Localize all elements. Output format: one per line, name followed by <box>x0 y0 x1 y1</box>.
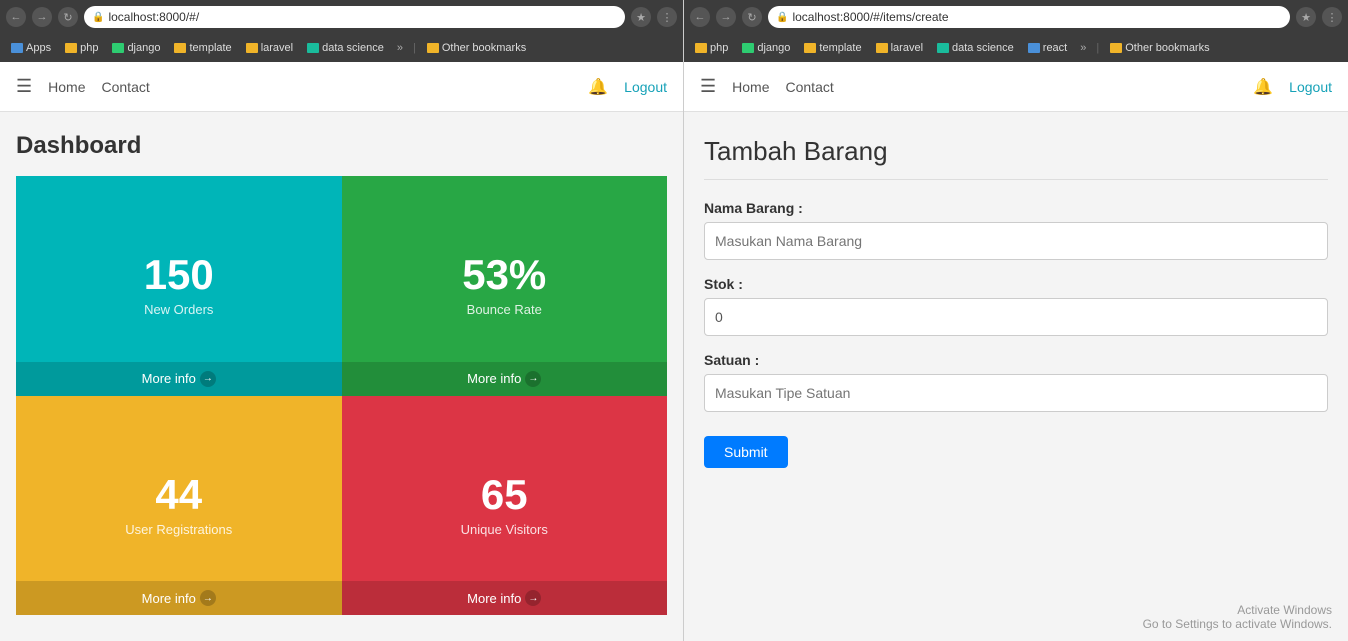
card-unique-visitors-value: 65 <box>481 474 528 516</box>
card-user-registrations: 44 User Registrations More info → <box>16 396 342 616</box>
right-bookmarks-bar: php django template laravel data science… <box>684 34 1348 62</box>
right-bookmark-star[interactable]: ★ <box>1296 7 1316 27</box>
bookmark-data-science[interactable]: data science <box>302 40 389 56</box>
left-address-bar[interactable]: 🔒 localhost:8000/#/ <box>84 6 625 28</box>
nama-barang-input[interactable] <box>704 222 1328 260</box>
bookmark-apps[interactable]: Apps <box>6 40 56 56</box>
card-user-reg-value: 44 <box>155 474 202 516</box>
left-bookmarks-bar: Apps php django template laravel data sc… <box>0 34 683 62</box>
bookmark-php[interactable]: php <box>60 40 103 56</box>
right-menu-button[interactable]: ⋮ <box>1322 7 1342 27</box>
right-nav-home[interactable]: Home <box>732 79 769 95</box>
card-bounce-rate-value: 53% <box>462 254 546 296</box>
right-bookmark-template[interactable]: template <box>799 40 866 56</box>
nama-barang-group: Nama Barang : <box>704 200 1328 260</box>
menu-button[interactable]: ⋮ <box>657 7 677 27</box>
card-new-orders-footer[interactable]: More info → <box>16 362 342 396</box>
satuan-group: Satuan : <box>704 352 1328 412</box>
right-bookmark-laravel[interactable]: laravel <box>871 40 928 56</box>
back-button[interactable]: ← <box>6 7 26 27</box>
left-nav-home[interactable]: Home <box>48 79 85 95</box>
form-container: Tambah Barang Nama Barang : Stok : Satua… <box>684 112 1348 641</box>
satuan-input[interactable] <box>704 374 1328 412</box>
right-panel-inner: Tambah Barang Nama Barang : Stok : Satua… <box>684 112 1348 641</box>
other-bookmarks[interactable]: Other bookmarks <box>422 40 531 56</box>
right-browser-chrome: ← → ↻ 🔒 localhost:8000/#/items/create ★ … <box>684 0 1348 62</box>
bookmark-template[interactable]: template <box>169 40 236 56</box>
right-address-bar[interactable]: 🔒 localhost:8000/#/items/create <box>768 6 1290 28</box>
card-user-reg-footer[interactable]: More info → <box>16 581 342 615</box>
card-new-orders-label: New Orders <box>144 302 213 317</box>
stok-input[interactable] <box>704 298 1328 336</box>
left-main-content: Dashboard 150 New Orders More info → 53%… <box>0 112 683 641</box>
card-new-orders-value: 150 <box>144 254 214 296</box>
card-new-orders: 150 New Orders More info → <box>16 176 342 396</box>
right-nav-contact[interactable]: Contact <box>786 79 834 95</box>
left-logout-link[interactable]: Logout <box>624 79 667 95</box>
right-logout-link[interactable]: Logout <box>1289 79 1332 95</box>
right-hamburger-icon[interactable]: ☰ <box>700 76 716 97</box>
right-back-button[interactable]: ← <box>690 7 710 27</box>
dashboard-title: Dashboard <box>16 132 667 160</box>
lock-icon: 🔒 <box>92 12 104 23</box>
left-browser-chrome: ← → ↻ 🔒 localhost:8000/#/ ★ ⋮ Apps php d… <box>0 0 683 62</box>
right-url: localhost:8000/#/items/create <box>792 10 948 24</box>
card-unique-visitors-label: Unique Visitors <box>461 522 548 537</box>
more-info-arrow-4: → <box>525 590 541 606</box>
left-toolbar: ← → ↻ 🔒 localhost:8000/#/ ★ ⋮ <box>0 0 683 34</box>
stok-label: Stok : <box>704 276 1328 292</box>
card-bounce-rate: 53% Bounce Rate More info → <box>342 176 668 396</box>
right-panel: ← → ↻ 🔒 localhost:8000/#/items/create ★ … <box>684 0 1348 641</box>
card-user-reg-label: User Registrations <box>125 522 232 537</box>
stok-group: Stok : <box>704 276 1328 336</box>
right-reload-button[interactable]: ↻ <box>742 7 762 27</box>
more-info-arrow-3: → <box>200 590 216 606</box>
left-hamburger-icon[interactable]: ☰ <box>16 76 32 97</box>
right-toolbar: ← → ↻ 🔒 localhost:8000/#/items/create ★ … <box>684 0 1348 34</box>
left-app-nav: ☰ Home Contact 🔔 Logout <box>0 62 683 112</box>
right-other-bookmarks[interactable]: Other bookmarks <box>1105 40 1214 56</box>
card-bounce-rate-label: Bounce Rate <box>467 302 542 317</box>
card-unique-visitors: 65 Unique Visitors More info → <box>342 396 668 616</box>
form-title: Tambah Barang <box>704 136 1328 180</box>
left-url: localhost:8000/#/ <box>108 10 199 24</box>
bookmark-django[interactable]: django <box>107 40 165 56</box>
right-bookmark-data-science[interactable]: data science <box>932 40 1019 56</box>
more-info-arrow-2: → <box>525 371 541 387</box>
right-app-nav: ☰ Home Contact 🔔 Logout <box>684 62 1348 112</box>
right-lock-icon: 🔒 <box>776 12 788 23</box>
forward-button[interactable]: → <box>32 7 52 27</box>
right-bell-icon[interactable]: 🔔 <box>1253 77 1273 97</box>
right-bookmark-php[interactable]: php <box>690 40 733 56</box>
left-nav-contact[interactable]: Contact <box>102 79 150 95</box>
card-bounce-rate-footer[interactable]: More info → <box>342 362 668 396</box>
nama-barang-label: Nama Barang : <box>704 200 1328 216</box>
reload-button[interactable]: ↻ <box>58 7 78 27</box>
right-forward-button[interactable]: → <box>716 7 736 27</box>
left-panel: ← → ↻ 🔒 localhost:8000/#/ ★ ⋮ Apps php d… <box>0 0 684 641</box>
bookmarks-more[interactable]: » <box>393 40 407 56</box>
satuan-label: Satuan : <box>704 352 1328 368</box>
bookmark-laravel[interactable]: laravel <box>241 40 298 56</box>
right-bookmark-django[interactable]: django <box>737 40 795 56</box>
card-unique-visitors-footer[interactable]: More info → <box>342 581 668 615</box>
right-bookmark-react[interactable]: react <box>1023 40 1072 56</box>
submit-button[interactable]: Submit <box>704 436 788 468</box>
left-bell-icon[interactable]: 🔔 <box>588 77 608 97</box>
cards-grid: 150 New Orders More info → 53% Bounce Ra… <box>16 176 667 615</box>
more-info-arrow-1: → <box>200 371 216 387</box>
bookmark-star[interactable]: ★ <box>631 7 651 27</box>
right-bookmarks-more[interactable]: » <box>1076 40 1090 56</box>
